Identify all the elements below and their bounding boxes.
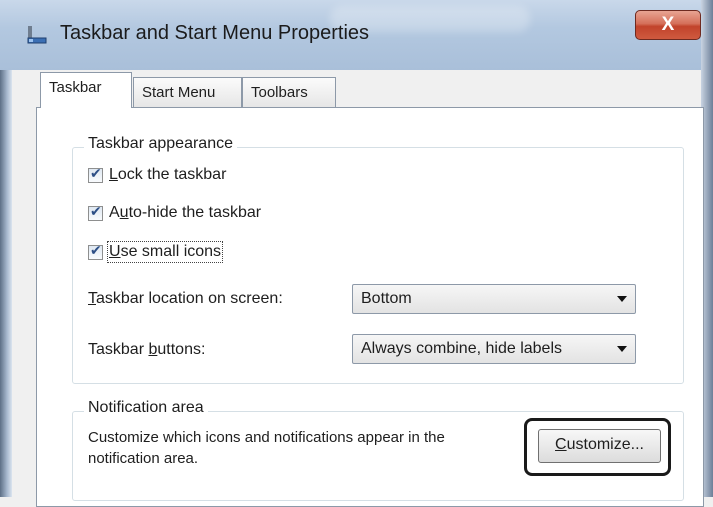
tab-label: Taskbar (49, 79, 102, 96)
checkmark-icon: ✔ (90, 241, 102, 258)
tab-toolbars[interactable]: Toolbars (242, 77, 336, 107)
customize-button-label: Customize... (555, 436, 644, 453)
close-icon: X (661, 14, 675, 35)
window-title: Taskbar and Start Menu Properties (60, 22, 370, 44)
small-icons-checkbox[interactable]: ✔ Use small icons (88, 241, 224, 263)
chevron-down-icon (617, 346, 627, 352)
notification-description-line1: Customize which icons and notifications … (88, 429, 445, 446)
properties-dialog: Taskbar and Start Menu Properties X Task… (0, 0, 713, 507)
notification-area-legend: Notification area (84, 399, 208, 417)
notification-description-line2: notification area. (88, 450, 199, 467)
auto-hide-checkbox[interactable]: ✔ Auto-hide the taskbar (88, 202, 261, 224)
checkbox-box[interactable]: ✔ (88, 202, 103, 221)
taskbar-buttons-select[interactable]: Always combine, hide labels (352, 334, 636, 364)
tab-start-menu[interactable]: Start Menu (133, 77, 242, 107)
checkbox-label: Auto-hide the taskbar (109, 204, 262, 221)
tab-label: Start Menu (142, 84, 216, 101)
title-bar[interactable]: Taskbar and Start Menu Properties X (0, 0, 713, 70)
customize-button[interactable]: Customize... (538, 429, 661, 463)
select-value: Bottom (361, 290, 412, 307)
taskbar-appearance-legend: Taskbar appearance (84, 135, 237, 153)
close-button[interactable]: X (635, 10, 701, 40)
chevron-down-icon (617, 296, 627, 302)
taskbar-location-select[interactable]: Bottom (352, 284, 636, 314)
checkbox-box[interactable]: ✔ (88, 241, 103, 260)
taskbar-buttons-label: Taskbar buttons: (88, 341, 206, 358)
taskbar-app-icon (27, 26, 47, 44)
checkbox-label: Use small icons (106, 241, 224, 263)
checkmark-icon: ✔ (90, 202, 102, 219)
checkbox-box[interactable]: ✔ (88, 164, 103, 183)
checkbox-label: Lock the taskbar (109, 166, 227, 183)
checkmark-icon: ✔ (90, 164, 102, 181)
tab-label: Toolbars (251, 84, 308, 101)
window-frame-left (0, 70, 12, 497)
lock-taskbar-checkbox[interactable]: ✔ Lock the taskbar (88, 164, 226, 186)
select-value: Always combine, hide labels (361, 340, 562, 357)
taskbar-location-label: Taskbar location on screen: (88, 290, 283, 307)
tab-taskbar[interactable]: Taskbar (40, 72, 132, 108)
